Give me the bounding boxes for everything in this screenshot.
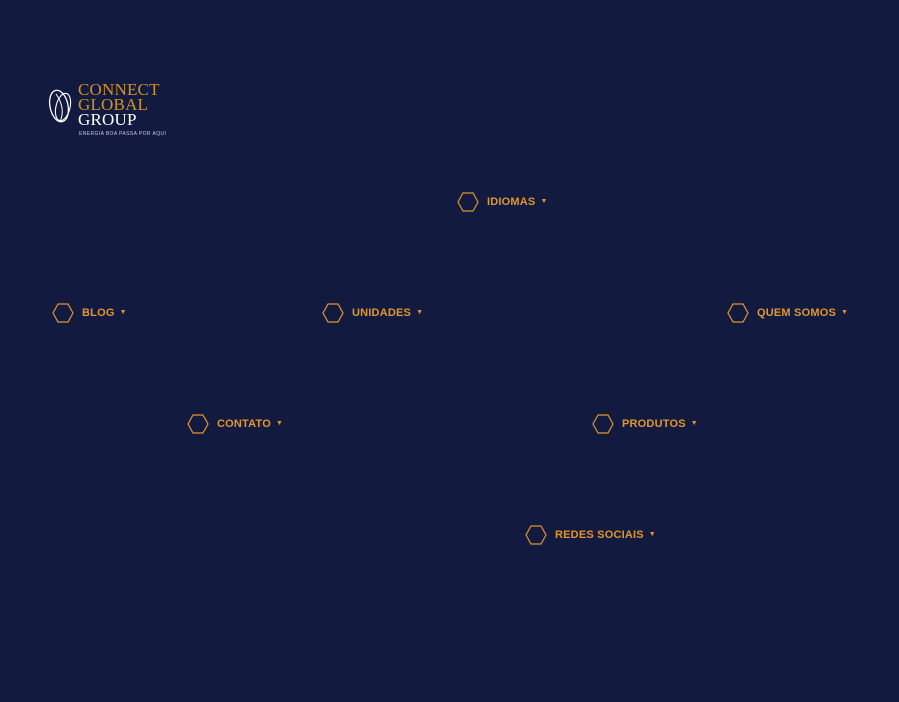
logo-line-group: GROUP	[78, 110, 137, 129]
caret-down-icon: ▼	[540, 197, 548, 205]
menu-item-blog[interactable]: BLOG ▼	[52, 302, 127, 324]
caret-down-icon: ▼	[416, 308, 423, 316]
menu-label-quem-somos: QUEM SOMOS	[757, 307, 837, 319]
caret-down-icon: ▼	[275, 419, 283, 427]
menu-label-redes-sociais: REDES SOCIAIS	[555, 529, 644, 541]
caret-down-icon: ▼	[648, 530, 656, 538]
menu-label-produtos: PRODUTOS	[622, 418, 686, 430]
hexagon-icon	[525, 525, 547, 545]
hexagon-icon	[187, 414, 209, 434]
menu-item-contato[interactable]: CONTATO ▼	[187, 413, 283, 435]
hexagon-icon	[457, 192, 479, 212]
hexagon-icon	[592, 414, 614, 434]
menu-item-redes-sociais[interactable]: REDES SOCIAIS ▼	[525, 524, 656, 546]
menu-item-idiomas[interactable]: IDIOMAS ▼	[457, 191, 547, 213]
menu-item-quem-somos[interactable]: QUEM SOMOS ▼	[727, 302, 848, 324]
menu-label-contato: CONTATO	[217, 418, 271, 430]
hexagon-icon	[727, 303, 749, 323]
logo-wordmark: CONNECT GLOBAL GROUP	[78, 81, 160, 129]
caret-down-icon: ▼	[119, 308, 127, 316]
menu-label-idiomas: IDIOMAS	[487, 196, 536, 208]
caret-down-icon: ▼	[841, 308, 848, 316]
logo-mark-icon	[48, 89, 72, 123]
menu-item-produtos[interactable]: PRODUTOS ▼	[592, 413, 698, 435]
hexagon-icon	[322, 303, 344, 323]
hexagon-icon	[52, 303, 74, 323]
caret-down-icon: ▼	[690, 419, 698, 427]
menu-label-unidades: UNIDADES	[352, 307, 412, 319]
logo-tagline: ENERGIA BOA PASSA POR AQUI	[79, 131, 167, 137]
menu-label-blog: BLOG	[82, 307, 115, 319]
menu-item-unidades[interactable]: UNIDADES ▼	[322, 302, 423, 324]
logo[interactable]: CONNECT GLOBAL GROUP ENERGIA BOA PASSA P…	[46, 81, 176, 140]
